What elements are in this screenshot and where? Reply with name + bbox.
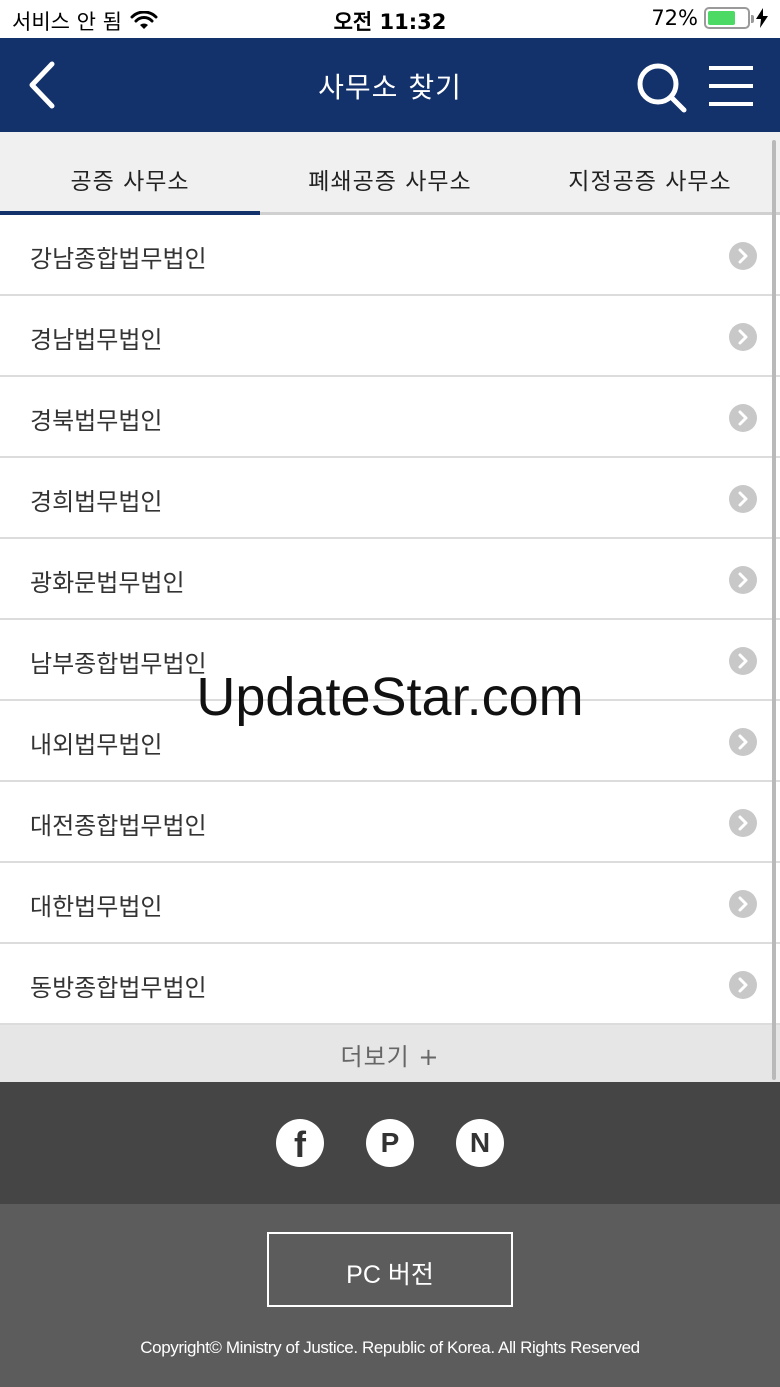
chevron-right-icon (729, 485, 757, 513)
office-name: 광화문법무법인 (30, 569, 185, 597)
battery-tip (751, 15, 754, 23)
list-item[interactable]: 남부종합법무법인 (0, 620, 780, 701)
list-item[interactable]: 경희법무법인 (0, 458, 780, 539)
naver-icon[interactable]: N (456, 1119, 504, 1167)
wifi-icon (130, 11, 158, 29)
battery-percent: 72% (651, 6, 698, 30)
tab-designated-notary-office[interactable]: 지정공증 사무소 (520, 132, 780, 212)
office-name: 내외법무법인 (30, 731, 163, 759)
office-name: 대한법무법인 (30, 893, 163, 921)
chevron-right-icon (729, 809, 757, 837)
chevron-right-icon (729, 728, 757, 756)
copyright-text: Copyright© Ministry of Justice. Republic… (140, 1338, 640, 1357)
office-name: 대전종합법무법인 (30, 812, 207, 840)
charging-bolt-icon (756, 8, 768, 28)
list-item[interactable]: 경남법무법인 (0, 296, 780, 377)
list-item[interactable]: 광화문법무법인 (0, 539, 780, 620)
menu-button[interactable] (706, 62, 756, 112)
list-item[interactable]: 내외법무법인 (0, 701, 780, 782)
office-name: 경희법무법인 (30, 488, 163, 516)
list-item[interactable]: 동방종합법무법인 (0, 944, 780, 1025)
app-header: 사무소 찾기 (0, 38, 780, 132)
office-name: 남부종합법무법인 (30, 650, 207, 678)
office-name: 강남종합법무법인 (30, 245, 207, 273)
chevron-right-icon (729, 890, 757, 918)
list-item[interactable]: 대한법무법인 (0, 863, 780, 944)
carrier-label: 서비스 안 됨 (12, 10, 122, 34)
search-button[interactable] (634, 60, 690, 116)
battery-level (708, 11, 736, 25)
list-item[interactable]: 경북법무법인 (0, 377, 780, 458)
office-tabs: 공증 사무소 폐쇄공증 사무소 지정공증 사무소 (0, 132, 780, 215)
office-name: 동방종합법무법인 (30, 974, 207, 1002)
office-name: 경남법무법인 (30, 326, 163, 354)
chevron-left-icon (29, 61, 55, 109)
chevron-right-icon (729, 404, 757, 432)
chevron-right-icon (729, 566, 757, 594)
office-list: 강남종합법무법인 경남법무법인 경북법무법인 경희법무법인 광화문법무법인 남부… (0, 215, 780, 1025)
chevron-right-icon (729, 971, 757, 999)
chevron-right-icon (729, 242, 757, 270)
chevron-right-icon (729, 323, 757, 351)
list-item[interactable]: 강남종합법무법인 (0, 215, 780, 296)
status-right: 72% (651, 6, 768, 30)
footer: PC 버전 Copyright© Ministry of Justice. Re… (0, 1204, 780, 1387)
social-links: f P N (0, 1082, 780, 1204)
back-button[interactable] (18, 58, 68, 112)
status-left: 서비스 안 됨 (12, 6, 158, 36)
tab-notary-office[interactable]: 공증 사무소 (0, 132, 260, 215)
scrollbar[interactable] (772, 140, 776, 1080)
battery-icon (704, 7, 754, 29)
load-more-button[interactable]: 더보기 + (0, 1025, 780, 1082)
tab-closed-notary-office[interactable]: 폐쇄공증 사무소 (260, 132, 520, 212)
pc-version-button[interactable]: PC 버전 (267, 1232, 513, 1307)
hamburger-menu-icon (709, 66, 753, 106)
chevron-right-icon (729, 647, 757, 675)
list-item[interactable]: 대전종합법무법인 (0, 782, 780, 863)
post-icon[interactable]: P (366, 1119, 414, 1167)
facebook-icon[interactable]: f (276, 1119, 324, 1167)
search-icon (637, 63, 687, 113)
status-bar: 서비스 안 됨 오전 11:32 72% (0, 0, 780, 38)
office-name: 경북법무법인 (30, 407, 163, 435)
